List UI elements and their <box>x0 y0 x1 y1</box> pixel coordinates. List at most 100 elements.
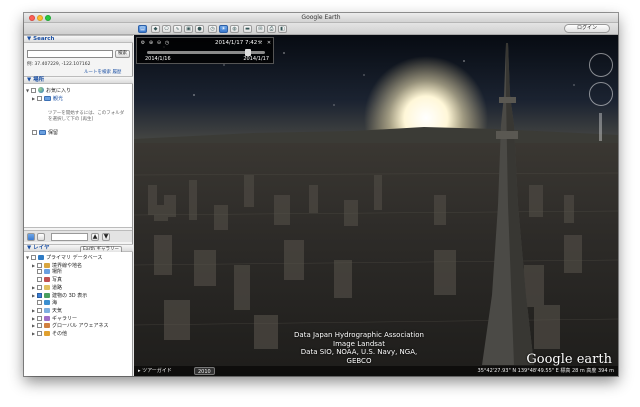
tree-item-sightseeing[interactable]: ▶ 観光 <box>32 95 63 102</box>
layer-checkbox[interactable] <box>37 299 42 305</box>
layer-item[interactable]: 写真 <box>32 276 63 284</box>
layer-primary-database[interactable]: ▼ プライマリ データベース <box>26 254 102 261</box>
checkbox[interactable] <box>32 130 37 135</box>
imagery-year: 2010 <box>194 367 215 375</box>
sunlight-icon[interactable]: ☀ <box>219 25 228 33</box>
time-range-start: 2014/1/16 <box>145 56 171 62</box>
layer-item[interactable]: ▶ 建物の 3D 表示 <box>32 292 87 299</box>
layer-checkbox[interactable] <box>37 276 42 282</box>
tour-guide-label: ツアーガイド <box>142 368 172 374</box>
attribution-line: Image Landsat <box>333 339 385 348</box>
search-button[interactable]: 検索 <box>115 50 130 58</box>
layer-checkbox[interactable] <box>37 331 42 336</box>
polygon-icon[interactable]: ⬠ <box>162 25 171 33</box>
search-input[interactable] <box>27 50 113 58</box>
tree-item-saved[interactable]: 保留 <box>32 130 58 137</box>
layer-item[interactable]: ▶ 道路 <box>32 284 62 291</box>
layer-icon <box>44 262 50 268</box>
history-link[interactable]: 履歴 <box>112 70 121 75</box>
wrench-icon[interactable]: ⚒ <box>257 40 263 46</box>
time-slider[interactable]: ⚙ ⊕ ⊖ ◷ 2014/1/17 7:42 ⚒ ✕ 2014/1/16 201… <box>136 37 274 64</box>
route-search-link[interactable]: ルートを検索 <box>84 70 111 75</box>
zoom-out-time-icon[interactable]: ⊖ <box>156 40 162 46</box>
layer-label: 海 <box>52 299 58 306</box>
layer-checkbox[interactable] <box>37 285 42 291</box>
placemark-icon[interactable]: ◆ <box>151 25 160 33</box>
layer-item[interactable]: ▶ グローバル アウェアネス <box>32 322 109 329</box>
layer-icon <box>44 276 50 282</box>
checkbox[interactable] <box>37 96 42 101</box>
path-icon[interactable]: ∿ <box>173 25 182 33</box>
layer-item[interactable]: 場所 <box>32 269 62 276</box>
layer-icon <box>44 299 50 305</box>
layer-item[interactable]: ▶ ギャラリー <box>32 315 77 322</box>
login-button[interactable]: ログイン <box>564 24 610 33</box>
checkbox[interactable] <box>31 88 36 93</box>
attribution-line: Data SIO, NOAA, U.S. Navy, NGA, GEBCO <box>300 348 418 365</box>
google-earth-logo: Google earth <box>526 352 612 367</box>
time-slider-handle[interactable] <box>245 49 252 56</box>
tree-item-label: お気に入り <box>46 88 72 94</box>
move-up-icon[interactable]: ▲ <box>91 233 99 241</box>
layers-panel-title: レイヤ <box>33 245 50 251</box>
zoom-slider[interactable] <box>599 113 602 141</box>
tour-guide-toggle[interactable]: ▸ ツアーガイド <box>138 366 172 376</box>
layer-icon <box>44 308 50 314</box>
sidebar: ▼ Search 検索 例: 37.407229, -122.107162 ルー… <box>24 35 133 376</box>
image-overlay-icon[interactable]: ▣ <box>184 25 193 33</box>
sidebar-toggle-icon[interactable]: ▤ <box>138 25 147 33</box>
places-filter-input[interactable] <box>51 233 88 241</box>
earth-3d-view[interactable]: ⚙ ⊕ ⊖ ◷ 2014/1/17 7:42 ⚒ ✕ 2014/1/16 201… <box>134 35 618 376</box>
layer-label: 写真 <box>52 276 63 283</box>
layer-item[interactable]: ▶ 境界線や地名 <box>32 262 82 269</box>
move-down-icon[interactable]: ▼ <box>102 233 110 241</box>
layer-checkbox[interactable] <box>37 315 42 321</box>
zoom-in-time-icon[interactable]: ⊕ <box>148 40 154 46</box>
layer-checkbox[interactable] <box>37 308 42 314</box>
places-panel-title: 場所 <box>33 77 45 83</box>
current-time: 2014/1/17 7:42 <box>215 40 258 46</box>
navigation-controls <box>587 53 615 143</box>
search-panel-header[interactable]: ▼ Search <box>24 35 133 43</box>
layer-checkbox[interactable] <box>37 323 42 329</box>
layer-item[interactable]: ▶ その他 <box>32 330 67 337</box>
close-icon[interactable]: ✕ <box>266 40 272 46</box>
layer-checkbox[interactable] <box>37 262 42 268</box>
switch-planet-icon[interactable]: ◍ <box>230 25 239 33</box>
tree-item-favorites[interactable]: ▼ お気に入り <box>26 87 71 94</box>
look-control-icon[interactable] <box>589 53 613 77</box>
layer-label: 建物の 3D 表示 <box>52 293 88 299</box>
attribution: Data Japan Hydrographic Association Imag… <box>289 331 429 365</box>
layer-icon <box>44 323 50 329</box>
layer-label: ギャラリー <box>52 315 78 322</box>
layer-checkbox[interactable] <box>31 255 36 260</box>
layer-item[interactable]: 海 <box>32 299 58 307</box>
view-in-maps-icon[interactable]: ◧ <box>278 25 287 33</box>
clock-icon[interactable]: ◷ <box>164 40 170 46</box>
title-bar: Google Earth <box>24 13 618 23</box>
view-icon[interactable] <box>37 233 45 241</box>
move-control-icon[interactable] <box>589 82 613 106</box>
layer-checkbox[interactable] <box>37 269 42 275</box>
record-tour-icon[interactable]: ● <box>195 25 204 33</box>
search-places-icon[interactable] <box>27 233 35 241</box>
places-toolbar: ▲ ▼ <box>24 230 132 242</box>
close-window-icon[interactable] <box>29 15 35 21</box>
historical-imagery-icon[interactable]: ◷ <box>208 25 217 33</box>
layer-item[interactable]: ▶ 天気 <box>32 307 62 314</box>
layer-icon <box>38 255 44 260</box>
settings-icon[interactable]: ⚙ <box>140 40 146 46</box>
attribution-line: Data Japan Hydrographic Association <box>294 331 424 339</box>
print-icon[interactable]: ⎙ <box>267 25 276 33</box>
email-icon[interactable]: ✉ <box>256 25 265 33</box>
time-range-end: 2014/1/17 <box>243 56 269 62</box>
layer-icon <box>44 331 50 336</box>
places-panel-header[interactable]: ▼ 場所 <box>24 76 133 84</box>
layer-label: プライマリ データベース <box>46 255 103 261</box>
zoom-window-icon[interactable] <box>45 15 51 21</box>
layer-checkbox[interactable] <box>37 293 42 298</box>
layer-icon <box>44 285 50 291</box>
ruler-icon[interactable]: ▬ <box>243 25 252 33</box>
minimize-window-icon[interactable] <box>37 15 43 21</box>
window-title: Google Earth <box>301 14 341 21</box>
